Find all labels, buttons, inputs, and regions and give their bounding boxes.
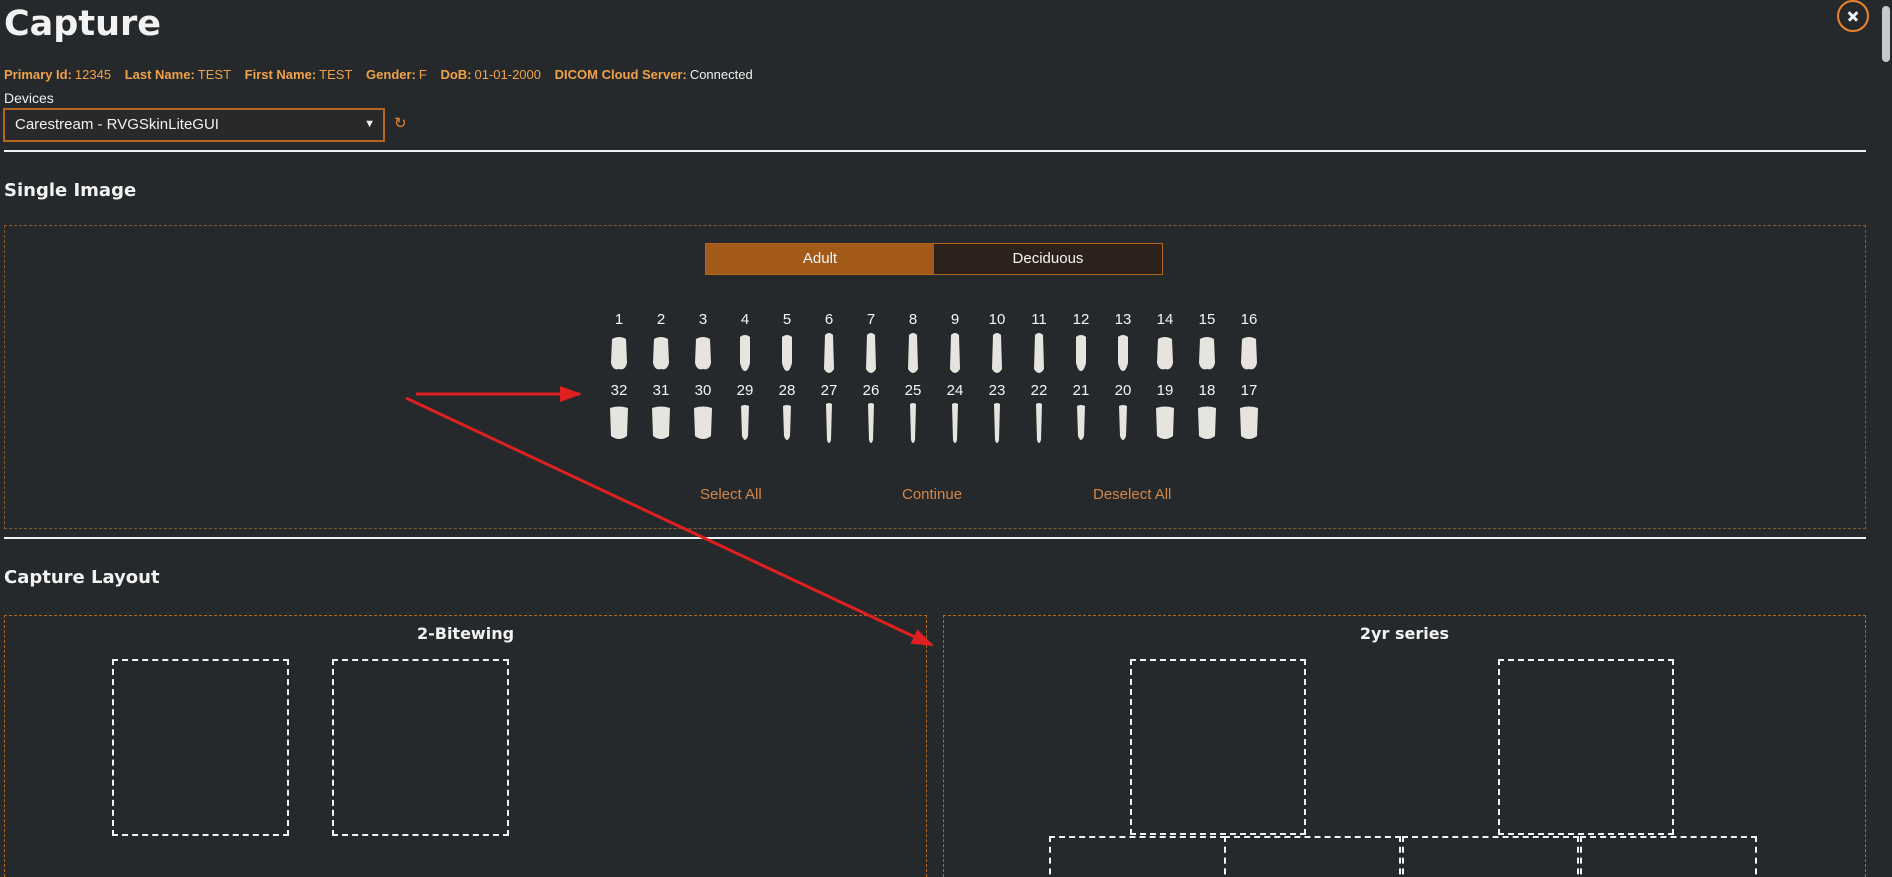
annotation-arrows — [405, 386, 934, 647]
annotation-arrow — [405, 396, 934, 647]
